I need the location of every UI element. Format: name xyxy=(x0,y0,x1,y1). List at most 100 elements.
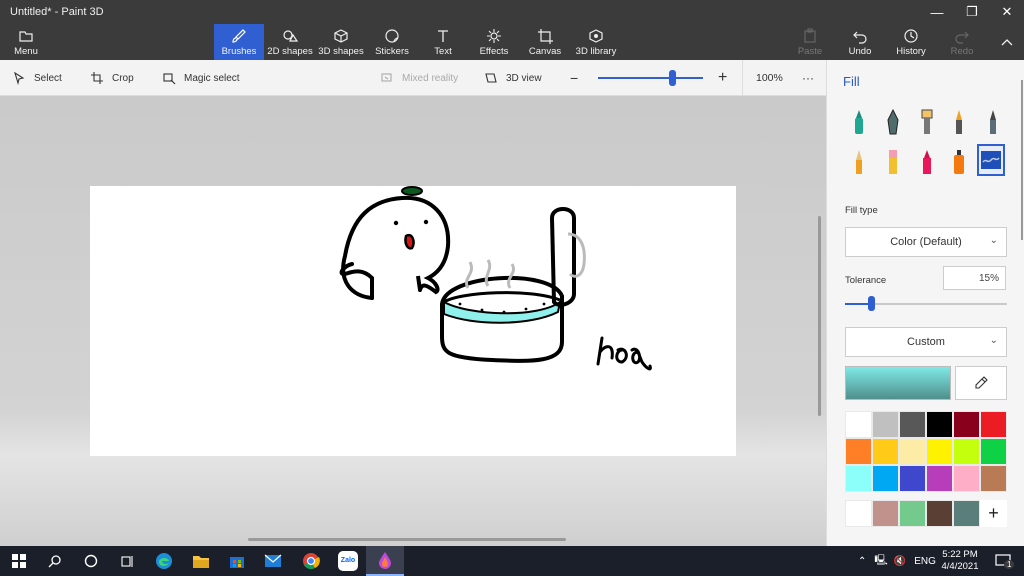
spray-can-brush[interactable] xyxy=(945,146,973,178)
more-options-button[interactable]: ··· xyxy=(802,60,814,96)
collapse-ribbon-button[interactable] xyxy=(990,30,1024,54)
zoom-out-button[interactable]: − xyxy=(570,60,578,96)
palette-swatch[interactable] xyxy=(872,465,899,492)
mail-app[interactable] xyxy=(254,546,292,576)
panel-title: Fill xyxy=(843,74,860,89)
tab-canvas[interactable]: Canvas xyxy=(526,24,564,60)
palette-swatch[interactable] xyxy=(845,411,872,438)
fill-type-dropdown[interactable]: Color (Default) ⌄ xyxy=(845,227,1007,257)
store-app[interactable] xyxy=(218,546,256,576)
palette-swatch[interactable] xyxy=(953,465,980,492)
zoom-in-button[interactable]: + xyxy=(718,60,727,96)
magic-select-button[interactable]: Magic select xyxy=(162,60,240,96)
chevron-up-icon[interactable]: ⌃ xyxy=(858,556,866,567)
calligraphy-pen-brush[interactable] xyxy=(879,106,907,138)
chrome-app[interactable] xyxy=(292,546,330,576)
language-indicator[interactable]: ENG xyxy=(914,556,936,567)
fill-panel: Fill Fill type Color (Default) ⌄ Toleran… xyxy=(826,60,1024,546)
horizontal-scrollbar[interactable] xyxy=(248,538,566,541)
vertical-scrollbar[interactable] xyxy=(818,216,821,416)
eraser-icon xyxy=(889,150,897,174)
eyedropper-button[interactable] xyxy=(955,366,1007,400)
volume-icon[interactable]: 🔇 xyxy=(894,556,906,567)
tolerance-input[interactable]: 15% xyxy=(943,266,1006,290)
task-view-button[interactable] xyxy=(108,546,146,576)
panel-scrollbar[interactable] xyxy=(1021,80,1023,240)
palette-swatch[interactable] xyxy=(872,411,899,438)
current-color-swatch[interactable] xyxy=(845,366,951,400)
search-icon xyxy=(48,555,61,568)
zoom-level[interactable]: 100% xyxy=(756,60,783,96)
custom-palette-swatch[interactable] xyxy=(845,500,872,527)
crop-button[interactable]: Crop xyxy=(90,60,134,96)
paste-button[interactable]: Paste xyxy=(796,24,824,60)
drawing: hoa xyxy=(339,186,652,387)
redo-button[interactable]: Redo xyxy=(948,24,976,60)
zoom-slider-track[interactable] xyxy=(598,77,703,79)
menu-button[interactable]: Menu xyxy=(8,24,44,60)
tolerance-slider-thumb[interactable] xyxy=(868,296,875,311)
palette-swatch[interactable] xyxy=(845,438,872,465)
palette-swatch[interactable] xyxy=(980,411,1007,438)
palette-swatch[interactable] xyxy=(980,438,1007,465)
palette-swatch[interactable] xyxy=(899,411,926,438)
3d-view-button[interactable]: 3D view xyxy=(484,60,542,96)
tab-brushes[interactable]: Brushes xyxy=(214,24,264,60)
eraser-brush[interactable] xyxy=(879,146,907,178)
tab-stickers[interactable]: Stickers xyxy=(372,24,412,60)
pixel-pen-brush[interactable] xyxy=(979,106,1007,138)
undo-button[interactable]: Undo xyxy=(846,24,874,60)
file-explorer-app[interactable] xyxy=(182,546,220,576)
palette-swatch[interactable] xyxy=(926,465,953,492)
spray-can-icon xyxy=(954,150,964,174)
zoom-slider-thumb[interactable] xyxy=(668,70,676,86)
palette-swatch[interactable] xyxy=(926,411,953,438)
clock[interactable]: 5:22 PM 4/4/2021 xyxy=(934,549,986,573)
color-mode-dropdown[interactable]: Custom ⌄ xyxy=(845,327,1007,357)
custom-palette-swatch[interactable] xyxy=(926,500,953,527)
notifications-button[interactable]: 1 xyxy=(988,546,1018,576)
palette-swatch[interactable] xyxy=(980,465,1007,492)
palette-swatch[interactable] xyxy=(926,438,953,465)
zalo-app[interactable]: Zalo xyxy=(329,546,367,576)
network-icon[interactable]: 🖳 xyxy=(874,553,887,570)
cortana-button[interactable] xyxy=(72,546,110,576)
mixed-reality-button[interactable]: Mixed reality xyxy=(380,60,458,96)
history-button[interactable]: History xyxy=(894,24,928,60)
crayon-brush[interactable] xyxy=(913,146,941,178)
minimize-button[interactable]: — xyxy=(920,0,954,24)
palette-swatch[interactable] xyxy=(953,411,980,438)
custom-color-palette: + xyxy=(845,500,1007,527)
fill-brush[interactable] xyxy=(977,144,1005,176)
tab-effects[interactable]: Effects xyxy=(476,24,512,60)
tab-3d-library[interactable]: 3D library xyxy=(574,24,618,60)
close-button[interactable]: ✕ xyxy=(990,0,1024,24)
palette-swatch[interactable] xyxy=(899,465,926,492)
palette-swatch[interactable] xyxy=(953,438,980,465)
marker-brush[interactable] xyxy=(845,106,873,138)
custom-palette-swatch[interactable] xyxy=(872,500,899,527)
tab-text[interactable]: Text xyxy=(428,24,458,60)
custom-palette-swatch[interactable] xyxy=(953,500,980,527)
add-color-button[interactable]: + xyxy=(980,500,1007,527)
maximize-button[interactable]: ❐ xyxy=(955,0,989,24)
select-button[interactable]: Select xyxy=(12,60,62,96)
tab-2d-shapes[interactable]: 2D shapes xyxy=(267,24,313,60)
tab-3d-shapes[interactable]: 3D shapes xyxy=(318,24,364,60)
search-button[interactable] xyxy=(36,546,74,576)
start-button[interactable] xyxy=(0,546,38,576)
window-title: Untitled* - Paint 3D xyxy=(10,6,104,18)
custom-palette-swatch[interactable] xyxy=(899,500,926,527)
task-view-icon xyxy=(121,556,133,567)
calligraphy-pen-icon xyxy=(887,108,899,135)
3d-library-icon xyxy=(589,29,603,43)
pencil-brush[interactable] xyxy=(845,146,873,178)
palette-swatch[interactable] xyxy=(872,438,899,465)
palette-swatch[interactable] xyxy=(899,438,926,465)
paint3d-app[interactable] xyxy=(366,546,404,576)
edge-app[interactable] xyxy=(145,546,183,576)
drawing-canvas[interactable]: hoa xyxy=(90,186,736,456)
oil-brush[interactable] xyxy=(913,106,941,138)
watercolor-brush[interactable] xyxy=(945,106,973,138)
palette-swatch[interactable] xyxy=(845,465,872,492)
